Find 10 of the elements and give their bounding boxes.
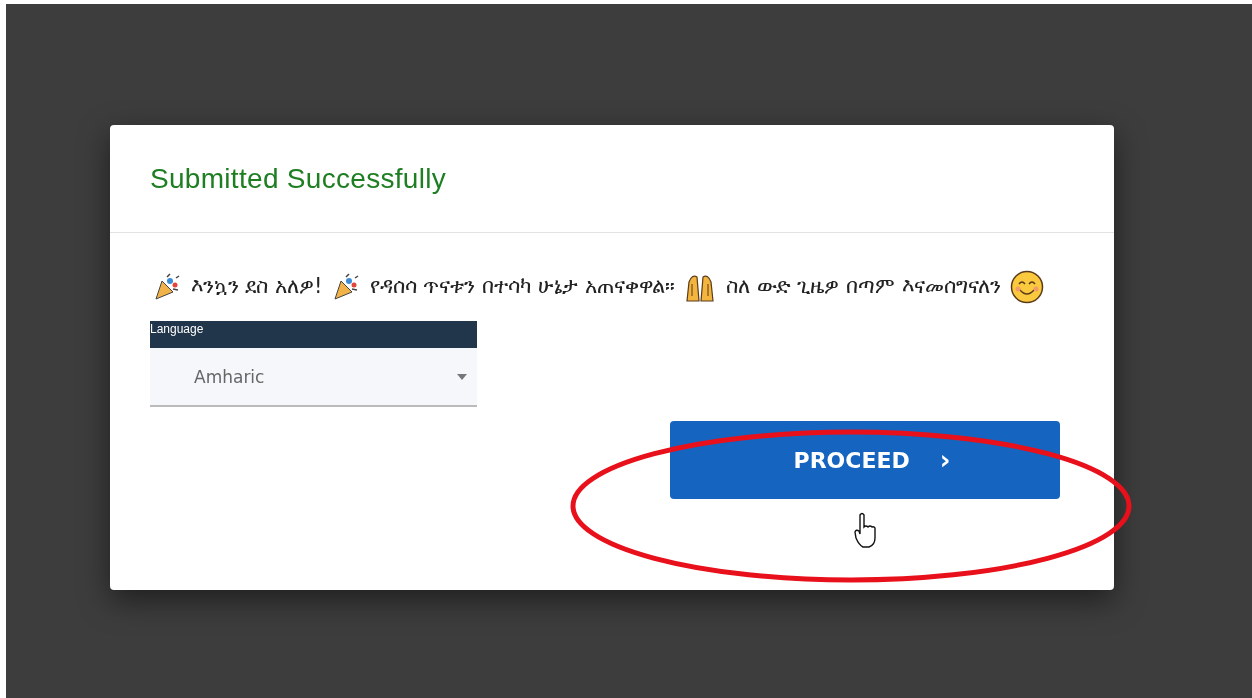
hand-cursor-icon (854, 512, 876, 548)
field-label: Language (150, 321, 477, 348)
proceed-button[interactable]: PROCEED › (670, 421, 1060, 499)
party-popper-icon (332, 273, 361, 301)
success-message: እንኳን ደስ አለዎ! የዳሰሳ ጥናቱን በተሳካ ሁኔታ አጠናቀዋል። ስለ ውድ ጊዜዎ በጣም እናመሰግናለን (150, 263, 1070, 309)
smiling-face-icon (1010, 270, 1045, 304)
party-popper-icon (153, 273, 181, 301)
select-value: Amharic (194, 366, 265, 387)
dropdown-caret-icon (457, 373, 467, 380)
dialog-title: Submitted Successfully (150, 162, 447, 195)
